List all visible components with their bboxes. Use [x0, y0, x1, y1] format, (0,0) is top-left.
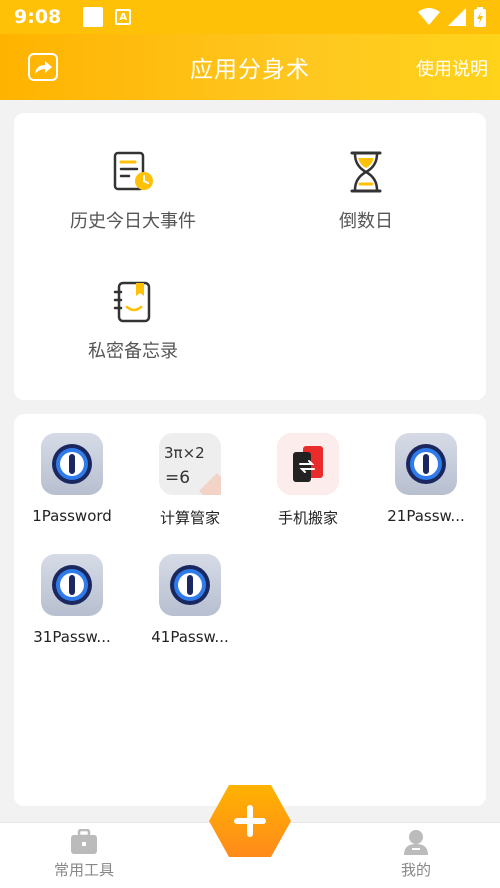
app-name: 21Passw...	[387, 507, 465, 525]
app-item[interactable]: 21Passw...	[371, 433, 481, 525]
status-indicators	[418, 7, 486, 27]
calc-icon-bottom-text: =6	[165, 468, 190, 488]
app-name: 计算管家	[159, 509, 220, 527]
app-item[interactable]: 1Password	[17, 433, 127, 525]
share-button[interactable]	[28, 53, 58, 81]
1password-icon	[395, 433, 457, 495]
battery-icon	[474, 7, 486, 27]
tab-label: 常用工具	[53, 861, 114, 879]
app-item[interactable]: 手机搬家	[253, 433, 363, 528]
notification-icon	[83, 7, 104, 27]
tool-label: 私密备忘录	[88, 341, 178, 362]
apps-card: 1Password 3π×2 =6 计算管家 手机搬家 21Passw... 3…	[14, 414, 486, 806]
tool-label: 倒数日	[339, 211, 393, 232]
1password-icon	[159, 554, 221, 616]
share-arrow-icon	[35, 61, 52, 74]
tool-countdown[interactable]: 倒数日	[266, 149, 466, 233]
app-name: 手机搬家	[277, 509, 338, 527]
calculator-app-icon: 3π×2 =6	[159, 433, 221, 495]
signal-icon	[448, 8, 466, 26]
app-bar: 应用分身术 使用说明	[0, 34, 500, 100]
app-item[interactable]: 3π×2 =6 计算管家	[135, 433, 245, 528]
tool-history-today[interactable]: 历史今日大事件	[33, 149, 233, 233]
tool-label: 历史今日大事件	[70, 211, 196, 232]
calc-icon-top-text: 3π×2	[164, 444, 205, 462]
1password-icon	[41, 554, 103, 616]
tab-label: 我的	[400, 861, 431, 879]
app-item[interactable]: 41Passw...	[135, 554, 245, 646]
tab-mine[interactable]: 我的	[356, 829, 476, 880]
tab-common-tools[interactable]: 常用工具	[24, 829, 144, 880]
help-button[interactable]: 使用说明	[416, 55, 488, 81]
1password-icon	[41, 433, 103, 495]
user-icon	[404, 830, 428, 855]
tools-card: 历史今日大事件 倒数日 私密备忘录	[14, 113, 486, 400]
status-bar: 9:08 A	[0, 0, 500, 34]
app-name: 41Passw...	[151, 628, 229, 646]
wifi-icon	[418, 8, 440, 25]
app-item[interactable]: 31Passw...	[17, 554, 127, 646]
app-name: 31Passw...	[33, 628, 111, 646]
tool-private-memo[interactable]: 私密备忘录	[33, 279, 233, 363]
app-name: 1Password	[32, 507, 112, 525]
add-app-button[interactable]	[208, 783, 292, 859]
app-notification-icon: A	[115, 9, 132, 25]
status-time: 9:08	[14, 6, 62, 28]
page-title: 应用分身术	[190, 57, 310, 83]
phone-transfer-icon	[277, 433, 339, 495]
history-document-icon	[110, 149, 156, 195]
toolbox-icon	[71, 829, 97, 854]
notebook-icon	[110, 279, 156, 325]
hourglass-icon	[343, 149, 389, 195]
